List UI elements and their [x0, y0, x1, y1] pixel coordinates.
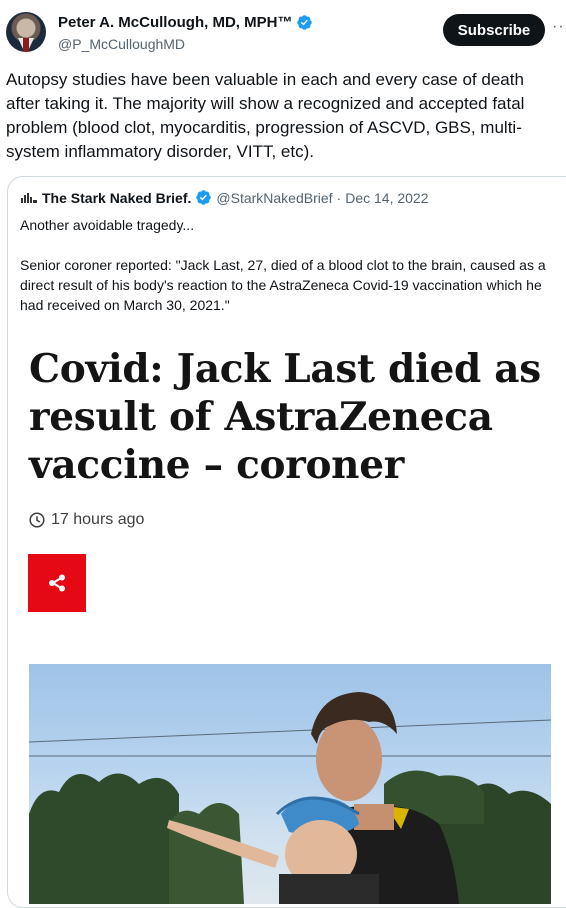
share-button[interactable] [28, 554, 86, 612]
quoted-tweet-text: Another avoidable tragedy... Senior coro… [20, 215, 556, 315]
photo-illustration [29, 692, 551, 904]
timestamp-text: 17 hours ago [51, 511, 145, 528]
clock-icon [29, 512, 45, 528]
more-options-icon[interactable]: ·· [552, 18, 565, 36]
share-icon [49, 574, 65, 592]
article-photo[interactable] [29, 664, 551, 904]
quoted-author-handle[interactable]: @StarkNakedBrief [216, 190, 332, 206]
article-headline: Covid: Jack Last died as result of Astra… [29, 346, 541, 488]
author-handle[interactable]: @P_McCulloughMD [58, 36, 185, 52]
quoted-tweet-date[interactable]: Dec 14, 2022 [345, 190, 428, 206]
quoted-text-line-2: Senior coroner reported: "Jack Last, 27,… [20, 257, 546, 313]
quoted-tweet[interactable]: The Stark Naked Brief. @StarkNakedBrief … [7, 176, 566, 908]
author-name[interactable]: Peter A. McCullough, MD, MPH™ [58, 14, 292, 31]
quoted-text-line-1: Another avoidable tragedy... [20, 217, 195, 233]
quoted-author-name[interactable]: The Stark Naked Brief. [42, 190, 191, 206]
author-name-row: Peter A. McCullough, MD, MPH™ [58, 14, 313, 31]
author-avatar[interactable] [6, 12, 46, 52]
verified-badge-icon [297, 15, 313, 30]
stark-naked-logo-icon [21, 192, 37, 203]
separator-dot: · [336, 189, 342, 206]
quoted-tweet-header: The Stark Naked Brief. @StarkNakedBrief … [20, 189, 429, 206]
verified-badge-icon [196, 190, 212, 205]
subscribe-button[interactable]: Subscribe [443, 14, 545, 46]
tweet-header: Peter A. McCullough, MD, MPH™ @P_McCullo… [0, 0, 566, 64]
tweet-text: Autopsy studies have been valuable in ea… [6, 70, 525, 161]
article-timestamp: 17 hours ago [29, 511, 144, 529]
avatar-tie [23, 38, 29, 52]
